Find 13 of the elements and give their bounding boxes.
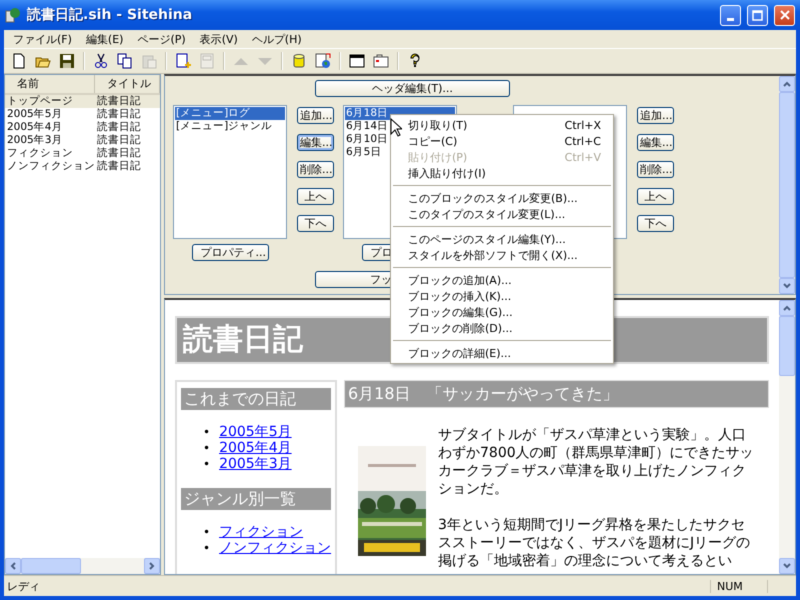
article-paragraph: サブタイトルが「ザスパ草津という実験」。人口わずか7800人の町（群馬県草津町）にできたサッカークラブ＝ザスパ草津を取り上げたノンフィクションだ。 bbox=[438, 426, 755, 498]
num-lock-indicator: NUM bbox=[710, 580, 768, 592]
sidebar-heading: ジャンル別一覧 bbox=[181, 488, 331, 510]
list-bullet: • bbox=[203, 524, 210, 540]
article-heading: 6月18日 「サッカーがやってきた」 bbox=[344, 380, 769, 408]
list-bullet: • bbox=[203, 440, 210, 456]
list-bullet: • bbox=[203, 456, 210, 472]
article-paragraph: 3年という短期間でJリーグ昇格を果たしたサクセスストーリーではなく、ザスパを題材にJリーグの掲げる「地域密着」の理念について考えるとい bbox=[438, 516, 752, 570]
list-bullet: • bbox=[203, 424, 210, 440]
status-text: レディ bbox=[6, 578, 41, 594]
sidebar-heading: これまでの日記 bbox=[181, 388, 331, 410]
window-title: 読書日記.sih - Sitehina bbox=[27, 6, 194, 24]
list-bullet: • bbox=[203, 540, 210, 556]
